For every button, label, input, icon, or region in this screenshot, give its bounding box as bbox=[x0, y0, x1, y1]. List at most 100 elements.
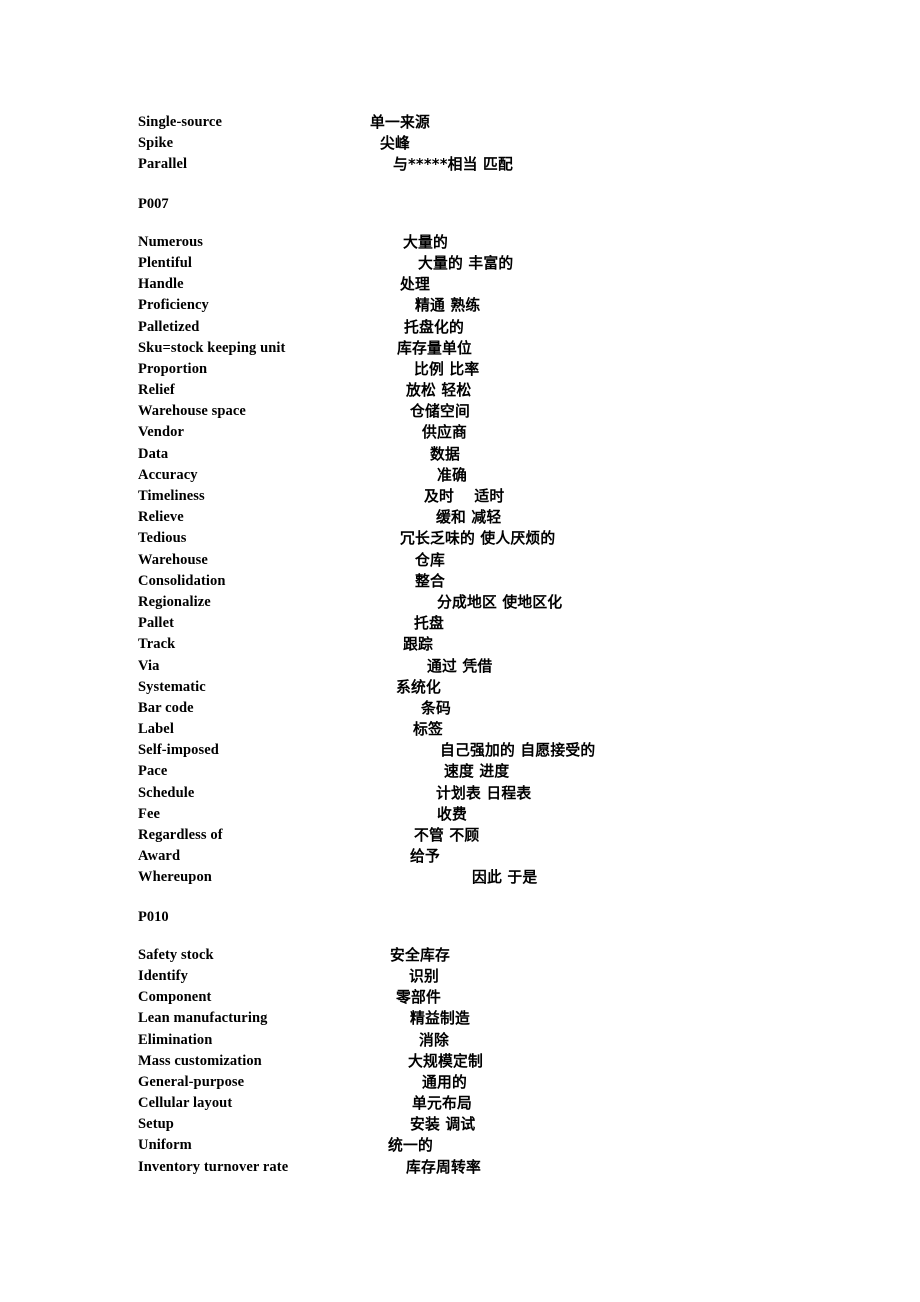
term-chinese: 仓储空间 bbox=[410, 403, 470, 421]
term-english: Uniform bbox=[138, 1137, 192, 1154]
vocabulary-row: Plentiful 大量的 丰富的 bbox=[138, 253, 838, 274]
term-english: Schedule bbox=[138, 784, 195, 801]
term-chinese: 因此 于是 bbox=[472, 869, 538, 887]
term-english: Timeliness bbox=[138, 488, 205, 504]
term-chinese: 托盘化的 bbox=[404, 318, 464, 336]
vocabulary-row: Via 通过 凭借 bbox=[138, 656, 838, 677]
vocabulary-row: Warehouse space 仓储空间 bbox=[138, 401, 838, 422]
term-chinese: 托盘 bbox=[414, 615, 444, 633]
vocabulary-row: Numerous 大量的 bbox=[138, 232, 838, 253]
vocabulary-row: General-purpose 通用的 bbox=[138, 1072, 838, 1093]
term-chinese: 识别 bbox=[409, 967, 439, 985]
vocabulary-row: Fee 收费 bbox=[138, 804, 838, 825]
term-chinese: 分成地区 使地区化 bbox=[437, 593, 563, 611]
term-chinese: 条码 bbox=[421, 699, 451, 717]
term-english: Proportion bbox=[138, 360, 208, 377]
section-heading: P010 bbox=[138, 908, 169, 925]
vocabulary-row: Component 零部件 bbox=[138, 987, 838, 1008]
term-english: Plentiful bbox=[138, 254, 193, 271]
vocabulary-row: Schedule 计划表 日程表 bbox=[138, 783, 838, 804]
vocabulary-row: Parallel 与*****相当 匹配 bbox=[138, 154, 838, 175]
term-chinese: 统一的 bbox=[388, 1137, 433, 1155]
vocabulary-row: Warehouse 仓库 bbox=[138, 550, 838, 571]
term-english: Award bbox=[138, 848, 181, 865]
term-english: Inventory turnover rate bbox=[138, 1158, 289, 1175]
vocabulary-row: Label 标签 bbox=[138, 719, 838, 740]
term-english: Palletized bbox=[138, 318, 200, 335]
vocabulary-row: Self-imposed 自己强加的 自愿接受的 bbox=[138, 740, 838, 761]
vocabulary-row: Regardless of 不管 不顾 bbox=[138, 825, 838, 846]
term-chinese: 处理 bbox=[400, 276, 430, 294]
term-chinese: 消除 bbox=[419, 1031, 449, 1049]
term-chinese: 安全库存 bbox=[390, 946, 450, 964]
term-english: Pace bbox=[138, 763, 168, 780]
vocabulary-list: Single-source 单一来源 Spike 尖峰 Parallel 与*****相当… bbox=[138, 112, 838, 1178]
term-english: Warehouse space bbox=[138, 403, 246, 420]
term-chinese: 准确 bbox=[437, 466, 467, 484]
term-english: Handle bbox=[138, 276, 184, 293]
vocabulary-row: Elimination 消除 bbox=[138, 1030, 838, 1051]
term-chinese: 大量的 bbox=[403, 233, 448, 251]
vocabulary-row: Lean manufacturing 精益制造 bbox=[138, 1008, 838, 1029]
term-english: Warehouse bbox=[138, 551, 208, 568]
term-chinese: 给予 bbox=[410, 848, 440, 866]
vocabulary-row: Pace 速度 进度 bbox=[138, 761, 838, 782]
term-chinese: 及时 适时 bbox=[424, 488, 505, 505]
term-chinese: 通用的 bbox=[422, 1073, 467, 1091]
term-english: Fee bbox=[138, 805, 161, 822]
term-english: Tedious bbox=[138, 530, 187, 547]
term-chinese: 库存量单位 bbox=[397, 339, 472, 357]
term-english: Data bbox=[138, 445, 169, 462]
vocabulary-row: Setup 安装 调试 bbox=[138, 1114, 838, 1135]
term-english: Cellular layout bbox=[138, 1095, 233, 1112]
term-chinese: 收费 bbox=[437, 805, 467, 823]
vocabulary-row: Relief 放松 轻松 bbox=[138, 380, 838, 401]
term-chinese: 大量的 丰富的 bbox=[418, 254, 514, 272]
term-english: Relief bbox=[138, 382, 175, 399]
vocabulary-row: Proficiency 精通 熟练 bbox=[138, 295, 838, 316]
vocabulary-row: Cellular layout 单元布局 bbox=[138, 1093, 838, 1114]
term-chinese: 库存周转率 bbox=[406, 1158, 481, 1176]
vocabulary-row: Palletized 托盘化的 bbox=[138, 317, 838, 338]
term-chinese: 标签 bbox=[413, 721, 443, 739]
term-english: Relieve bbox=[138, 509, 184, 526]
term-chinese: 安装 调试 bbox=[410, 1116, 476, 1134]
term-chinese: 跟踪 bbox=[403, 636, 433, 654]
term-english: Regardless of bbox=[138, 827, 223, 843]
term-chinese: 缓和 减轻 bbox=[436, 509, 502, 527]
term-chinese: 与*****相当 匹配 bbox=[393, 156, 514, 174]
term-english: Track bbox=[138, 636, 176, 653]
vocabulary-row: Tedious 冗长乏味的 使人厌烦的 bbox=[138, 528, 838, 549]
term-english: Proficiency bbox=[138, 297, 209, 314]
term-chinese: 整合 bbox=[415, 572, 445, 590]
term-english: Identify bbox=[138, 967, 188, 984]
term-english: Numerous bbox=[138, 233, 203, 250]
term-english: Via bbox=[138, 657, 160, 674]
vocabulary-row: Systematic 系统化 bbox=[138, 677, 838, 698]
term-chinese: 精通 熟练 bbox=[415, 297, 481, 315]
term-chinese: 零部件 bbox=[396, 989, 441, 1007]
vocabulary-row: Sku=stock keeping unit 库存量单位 bbox=[138, 338, 838, 359]
term-chinese: 放松 轻松 bbox=[406, 382, 472, 400]
vocabulary-row: Award 给予 bbox=[138, 846, 838, 867]
term-english: Self-imposed bbox=[138, 742, 219, 759]
vocabulary-row: Whereupon 因此 于是 bbox=[138, 867, 838, 888]
vocabulary-row: Mass customization 大规模定制 bbox=[138, 1051, 838, 1072]
term-chinese: 单一来源 bbox=[370, 114, 430, 131]
term-english: Bar code bbox=[138, 699, 194, 716]
vocabulary-row: Pallet 托盘 bbox=[138, 613, 838, 634]
vocabulary-row: Track 跟踪 bbox=[138, 634, 838, 655]
term-english: Mass customization bbox=[138, 1052, 262, 1069]
term-chinese: 单元布局 bbox=[412, 1095, 472, 1113]
term-english: Setup bbox=[138, 1116, 174, 1133]
vocabulary-row: Single-source 单一来源 bbox=[138, 112, 838, 133]
term-chinese: 冗长乏味的 使人厌烦的 bbox=[400, 530, 556, 548]
term-english: Systematic bbox=[138, 678, 206, 695]
vocabulary-row: Inventory turnover rate 库存周转率 bbox=[138, 1157, 838, 1178]
term-english: Lean manufacturing bbox=[138, 1010, 268, 1027]
term-english: Safety stock bbox=[138, 946, 214, 963]
term-english: Elimination bbox=[138, 1031, 213, 1048]
